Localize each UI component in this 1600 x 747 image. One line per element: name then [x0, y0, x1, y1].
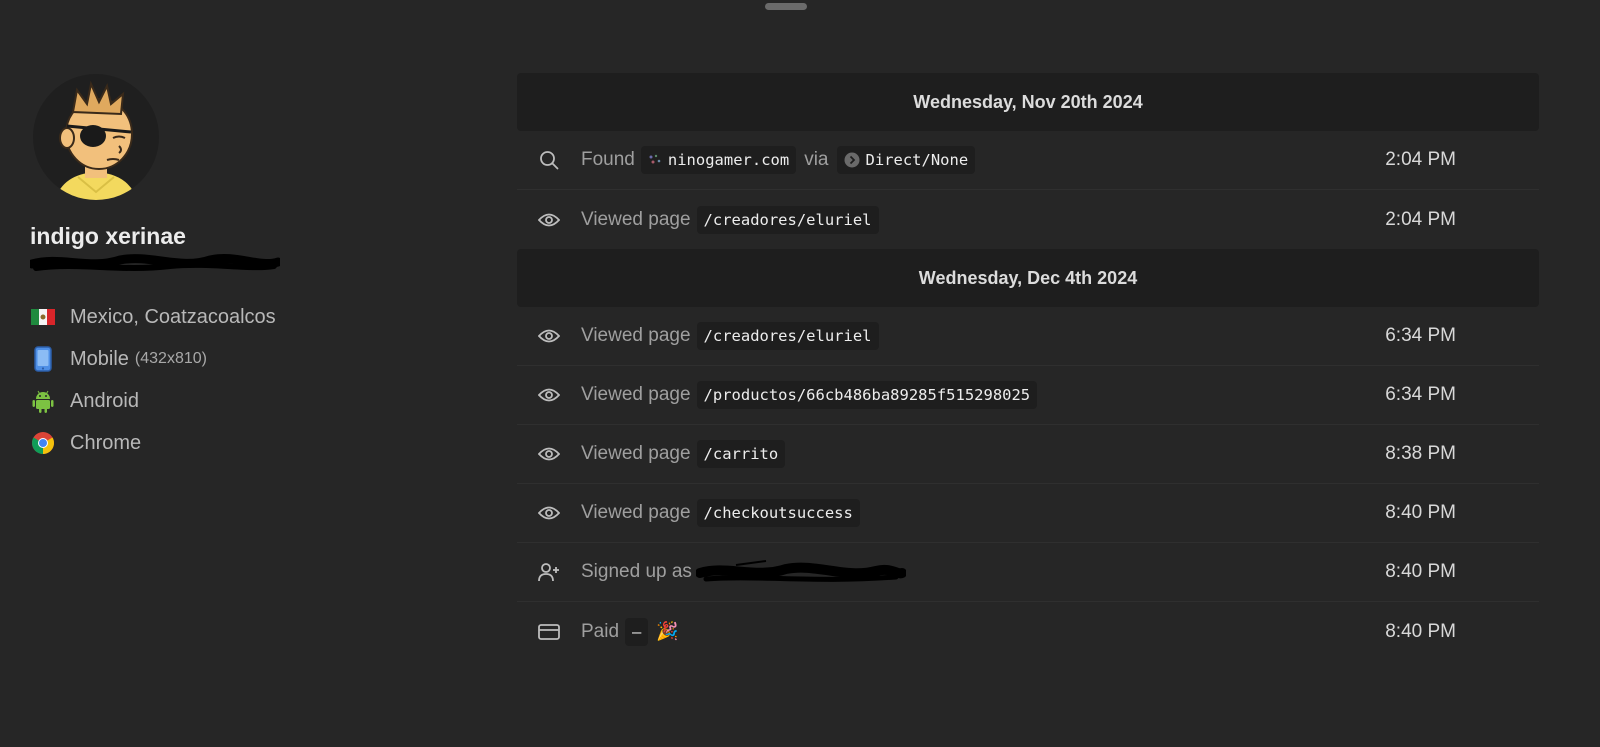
user-plus-icon	[537, 560, 561, 584]
event-action: Paid	[581, 620, 620, 642]
event-time: 8:40 PM	[1385, 561, 1456, 582]
event-time: 8:40 PM	[1385, 502, 1456, 523]
timeline-event-pageview[interactable]: Viewed page /carrito 8:38 PM	[517, 425, 1539, 484]
activity-timeline: Wednesday, Nov 20th 2024 Found ninogamer…	[517, 73, 1539, 661]
event-time: 8:40 PM	[1385, 620, 1456, 642]
redacted-signup-email	[695, 560, 906, 582]
event-action: Viewed page	[581, 502, 691, 523]
user-name: indigo xerinae	[30, 223, 186, 249]
fact-device-label: Mobile	[70, 347, 129, 370]
profile-facts: Mexico, Coatzacoalcos Mobile (432x810) A…	[30, 296, 450, 464]
page-path-chip[interactable]: /productos/66cb486ba89285f515298025	[696, 381, 1038, 409]
drag-handle[interactable]	[765, 3, 807, 10]
search-icon	[537, 148, 561, 172]
event-time: 8:38 PM	[1385, 443, 1456, 464]
day-header: Wednesday, Dec 4th 2024	[517, 249, 1539, 307]
fact-location: Mexico, Coatzacoalcos	[30, 296, 450, 338]
referrer-chip[interactable]: ninogamer.com	[640, 146, 797, 174]
timeline-event-found[interactable]: Found ninogamer.com via Direct/None 2:04…	[517, 131, 1539, 190]
redacted-email	[30, 254, 280, 271]
page-path-chip[interactable]: /creadores/eluriel	[696, 205, 879, 234]
fact-browser: Chrome	[30, 422, 450, 464]
eye-icon	[537, 208, 561, 232]
via-label: via	[804, 149, 829, 170]
timeline-event-pageview[interactable]: Viewed page /creadores/eluriel 2:04 PM	[517, 190, 1539, 249]
eye-icon	[537, 324, 561, 348]
profile-panel: indigo xerinae Mexico, Coatzacoalcos Mob…	[30, 74, 450, 464]
page-path-chip[interactable]: /carrito	[696, 440, 786, 468]
event-action: Viewed page	[581, 384, 691, 405]
event-action: Signed up as	[581, 561, 692, 582]
fact-location-label: Mexico, Coatzacoalcos	[70, 305, 276, 328]
eye-icon	[537, 442, 561, 466]
timeline-event-pageview[interactable]: Viewed page /creadores/eluriel 6:34 PM	[517, 307, 1539, 366]
amount-chip: –	[625, 617, 649, 646]
chrome-icon	[30, 430, 56, 456]
fact-browser-label: Chrome	[70, 431, 142, 454]
timeline-event-paid[interactable]: Paid – 🎉 8:40 PM	[517, 602, 1539, 661]
eye-icon	[537, 501, 561, 525]
event-action: Found	[581, 149, 635, 170]
chevron-right-circle-icon	[844, 152, 860, 168]
credit-card-icon	[537, 620, 561, 644]
source-chip[interactable]: Direct/None	[836, 146, 976, 174]
page-path-chip[interactable]: /creadores/eluriel	[696, 322, 879, 350]
event-time: 6:34 PM	[1385, 325, 1456, 346]
source-value: Direct/None	[865, 151, 969, 169]
fact-os: Android	[30, 380, 450, 422]
event-action: Viewed page	[581, 443, 691, 464]
referrer-domain: ninogamer.com	[667, 151, 790, 169]
event-time: 2:04 PM	[1385, 149, 1456, 170]
timeline-event-signup[interactable]: Signed up as 8:40 PM	[517, 543, 1539, 602]
party-popper-icon: 🎉	[656, 621, 679, 641]
timeline-event-pageview[interactable]: Viewed page /productos/66cb486ba89285f51…	[517, 366, 1539, 425]
event-action: Viewed page	[581, 208, 691, 230]
eye-icon	[537, 383, 561, 407]
fact-device-resolution: (432x810)	[134, 350, 207, 367]
fact-device: Mobile (432x810)	[30, 338, 450, 380]
timeline-event-pageview[interactable]: Viewed page /checkoutsuccess 8:40 PM	[517, 484, 1539, 543]
event-action: Viewed page	[581, 325, 691, 346]
page-path-chip[interactable]: /checkoutsuccess	[696, 499, 860, 527]
event-time: 2:04 PM	[1385, 208, 1456, 230]
event-time: 6:34 PM	[1385, 384, 1456, 405]
fact-os-label: Android	[70, 389, 139, 412]
mobile-phone-icon	[30, 346, 56, 372]
site-favicon-icon	[648, 154, 662, 166]
avatar	[33, 74, 159, 200]
android-icon	[30, 388, 56, 414]
day-header: Wednesday, Nov 20th 2024	[517, 73, 1539, 131]
mexico-flag-icon	[30, 304, 56, 330]
